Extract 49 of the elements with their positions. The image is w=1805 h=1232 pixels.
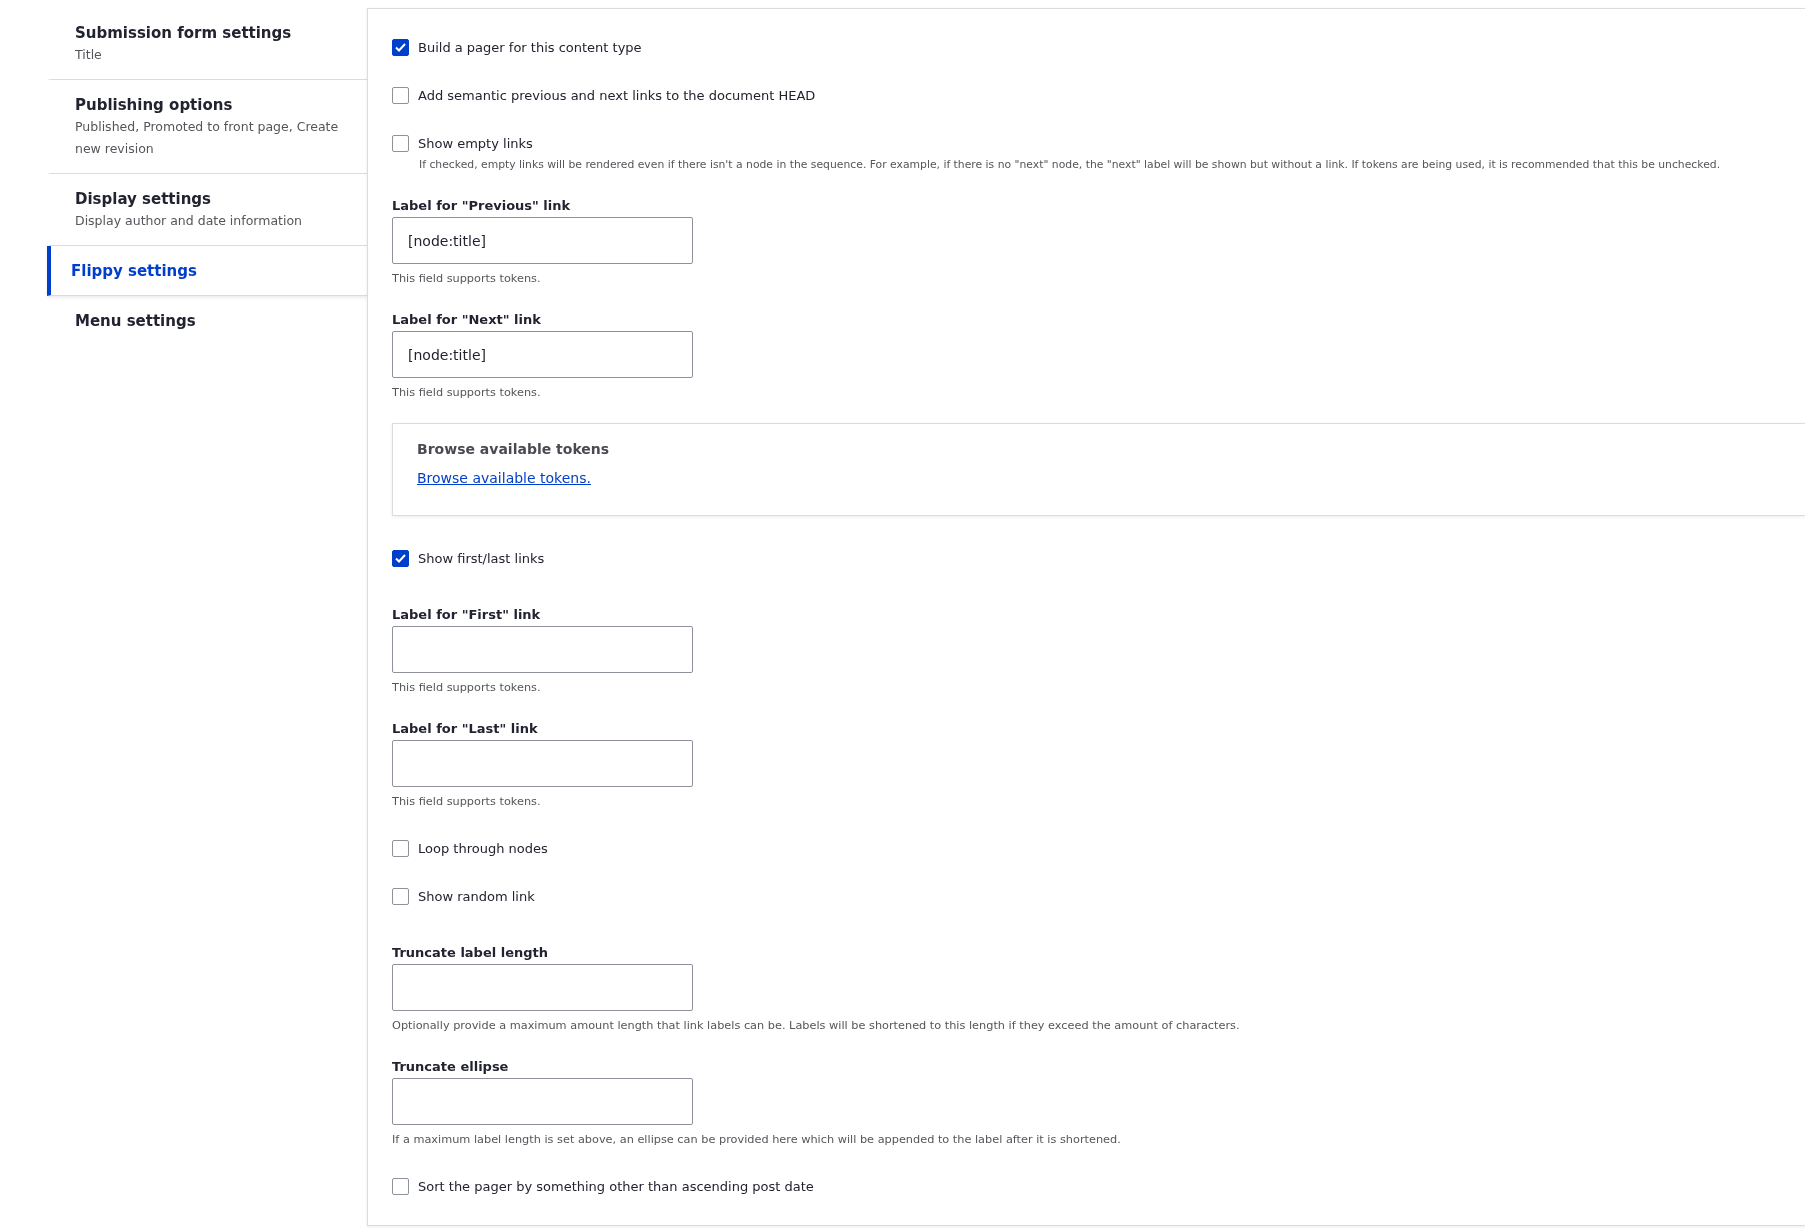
tab-title: Submission form settings — [75, 23, 293, 44]
field-description: If checked, empty links will be rendered even if there isn't a node in the sequence. For example, if there is no "next" node, the "next" label will be shown but without a link. If tokens are being used, it is recommended that this be unchecked. — [419, 157, 1722, 173]
check-icon — [395, 42, 406, 52]
field-description: If a maximum label length is set above, an ellipse can be provided here which will be appended to the label after it is shortened. — [392, 1132, 1122, 1148]
sidebar-tab[interactable]: Submission form settings Title — [47, 8, 367, 80]
field-description: This field supports tokens. — [392, 680, 542, 696]
text-field[interactable]: [node:title] — [392, 217, 693, 264]
field-label: Truncate label length — [392, 944, 550, 962]
checkbox-label: Show empty links — [418, 135, 533, 151]
text-field[interactable]: [node:title] — [392, 331, 693, 378]
field-description: This field supports tokens. — [392, 385, 542, 401]
sidebar-tab[interactable]: Flippy settings — [47, 246, 367, 296]
text-field[interactable] — [392, 626, 693, 673]
sidebar-tab[interactable]: Menu settings — [47, 296, 367, 345]
tab-summary: Display author and date information — [75, 212, 303, 230]
checkbox[interactable] — [392, 134, 409, 152]
checkbox[interactable] — [392, 549, 409, 567]
checkbox-label: Loop through nodes — [418, 840, 548, 856]
tab-title: Publishing options — [75, 95, 234, 116]
card-title: Browse available tokens — [417, 440, 611, 459]
checkbox-label: Show random link — [418, 888, 535, 904]
checkbox[interactable] — [392, 839, 409, 857]
text-field[interactable] — [392, 740, 693, 787]
field-description: Optionally provide a maximum amount length that link labels can be. Labels will be shortened to this length if they exceed the amount of characters. — [392, 1018, 1241, 1034]
tab-title: Menu settings — [75, 311, 197, 332]
checkbox[interactable] — [392, 38, 409, 56]
text-field[interactable] — [392, 964, 693, 1011]
tab-title: Flippy settings — [71, 261, 198, 282]
checkbox-label: Add semantic previous and next links to the document HEAD — [418, 87, 816, 103]
checkbox-label: Show first/last links — [418, 550, 545, 566]
checkbox[interactable] — [392, 86, 409, 104]
tab-title: Display settings — [75, 189, 212, 210]
checkbox[interactable] — [392, 1177, 409, 1195]
browse-tokens-link[interactable]: Browse available tokens. — [417, 470, 591, 486]
field-label: Label for "Last" link — [392, 720, 539, 738]
checkbox[interactable] — [392, 887, 409, 905]
checkbox-label: Sort the pager by something other than ascending post date — [418, 1178, 814, 1194]
field-label: Label for "Previous" link — [392, 197, 572, 215]
field-label: Label for "First" link — [392, 606, 542, 624]
field-description: This field supports tokens. — [392, 271, 542, 287]
text-field[interactable] — [392, 1078, 693, 1125]
check-icon — [395, 553, 406, 563]
field-label: Truncate ellipse — [392, 1058, 510, 1076]
field-description: This field supports tokens. — [392, 794, 542, 810]
tab-summary: Published, Promoted to front page, Create new revision — [75, 118, 340, 158]
checkbox-label: Build a pager for this content type — [418, 39, 642, 55]
field-label: Label for "Next" link — [392, 311, 542, 329]
sidebar-tab[interactable]: Publishing options Published, Promoted to front page, Create new revision — [47, 80, 367, 174]
tab-summary: Title — [75, 46, 103, 64]
